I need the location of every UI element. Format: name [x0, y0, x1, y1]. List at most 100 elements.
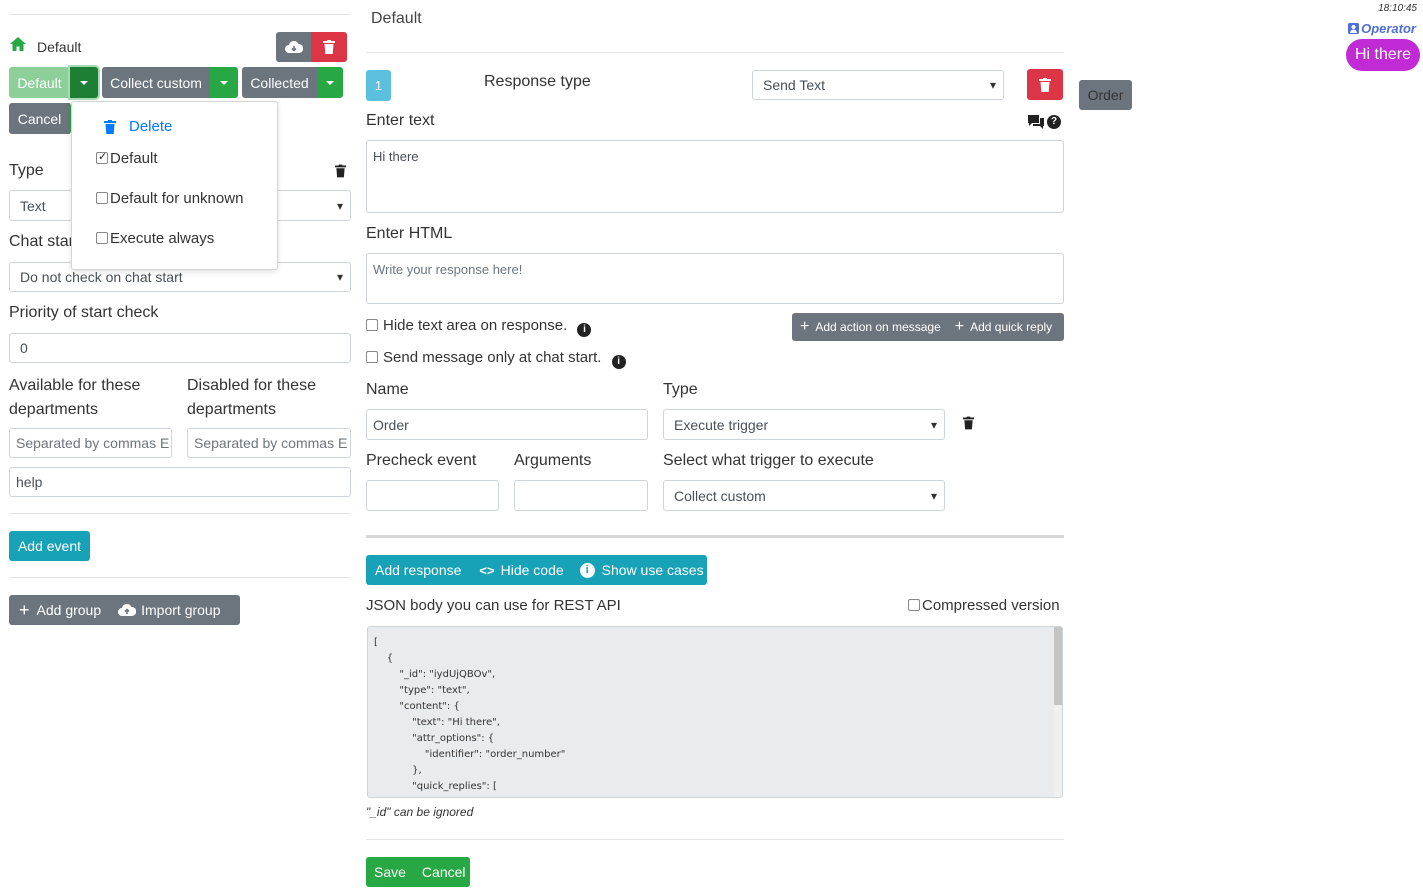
- add-action-button[interactable]: + Add action on message: [800, 318, 941, 336]
- execute-always-checkbox[interactable]: [96, 232, 108, 244]
- response-type-select[interactable]: Send Text: [752, 70, 1004, 100]
- trash-icon: [104, 119, 116, 134]
- name-input[interactable]: Order: [366, 409, 648, 440]
- json-code-block[interactable]: [ { "_id": "iydUjQBOv", "type": "text", …: [367, 626, 1063, 798]
- home-icon[interactable]: [10, 37, 26, 51]
- page-title: Default: [371, 10, 422, 27]
- event-value: help: [16, 474, 43, 490]
- add-group-label: Add group: [36, 602, 102, 618]
- trash-icon[interactable]: [335, 164, 346, 182]
- trash-icon: [1039, 77, 1051, 92]
- default-checkbox[interactable]: [96, 150, 108, 164]
- delete-label: Delete: [129, 118, 173, 135]
- message-time: 18:10:45: [1378, 3, 1417, 14]
- id-note: "_id" can be ignored: [366, 805, 474, 819]
- available-departments-placeholder: Separated by commas E: [16, 435, 170, 451]
- trigger-select[interactable]: Collect custom: [663, 480, 945, 511]
- caret-down-icon: [326, 80, 334, 85]
- type-select-value: Text: [20, 197, 46, 214]
- action-type-value: Execute trigger: [674, 416, 769, 433]
- cancel-button[interactable]: Cancel: [422, 864, 466, 880]
- disabled-departments-input[interactable]: Separated by commas E: [187, 428, 351, 458]
- dropdown-execute-always-item[interactable]: Execute always: [96, 230, 214, 247]
- action-type-select[interactable]: Execute trigger: [663, 409, 945, 440]
- trigger-dropdown-menu: Delete Default Default for unknown Execu…: [71, 101, 278, 270]
- response-number-badge: 1: [366, 70, 391, 101]
- chat-start-label: Chat star: [9, 233, 74, 250]
- json-label: JSON body you can use for REST API: [366, 597, 621, 614]
- disabled-departments-label: Disabled for these departments: [187, 377, 316, 418]
- trigger-collect-custom-button[interactable]: Collect custom: [102, 67, 210, 98]
- scrollbar[interactable]: [1054, 627, 1062, 797]
- info-icon: i: [579, 562, 595, 578]
- disabled-departments-placeholder: Separated by commas E: [194, 435, 348, 451]
- compressed-checkbox[interactable]: [908, 599, 920, 611]
- trigger-collect-custom-dropdown[interactable]: [210, 67, 238, 98]
- add-group-button[interactable]: + Add group Import group: [9, 595, 240, 625]
- trigger-collected-button[interactable]: Collected: [242, 67, 317, 98]
- info-icon[interactable]: i: [577, 323, 592, 337]
- available-departments-label: Available for these departments: [9, 377, 141, 418]
- default-unknown-label: Default for unknown: [110, 190, 244, 207]
- trigger-cancel-button[interactable]: Cancel: [9, 103, 70, 134]
- priority-input[interactable]: 0: [9, 333, 351, 363]
- add-quick-reply-label: Add quick reply: [970, 320, 1053, 334]
- trigger-default-dropdown[interactable]: [70, 67, 98, 98]
- precheck-input[interactable]: [366, 480, 499, 511]
- delete-response-button[interactable]: [1027, 69, 1063, 100]
- arguments-input[interactable]: [514, 480, 648, 511]
- dropdown-delete-item[interactable]: Delete: [104, 118, 172, 135]
- help-icon[interactable]: ?: [1047, 115, 1061, 129]
- dropdown-default-unknown-item[interactable]: Default for unknown: [96, 190, 243, 207]
- priority-label: Priority of start check: [9, 304, 159, 321]
- cloud-download-icon: [284, 40, 303, 53]
- default-unknown-checkbox[interactable]: [96, 192, 108, 204]
- event-input[interactable]: help: [9, 467, 351, 497]
- response-actions-group: Add response <> Hide code i Show use cases: [366, 555, 707, 585]
- send-only-start-option[interactable]: Send message only at chat start. i: [366, 349, 626, 369]
- text-textarea[interactable]: Hi there: [366, 140, 1064, 213]
- available-departments-input[interactable]: Separated by commas E: [9, 428, 172, 458]
- show-use-cases-button[interactable]: i Show use cases: [579, 562, 704, 578]
- info-icon[interactable]: i: [611, 355, 626, 369]
- chat-start-value: Do not check on chat start: [20, 269, 183, 285]
- save-cancel-group: Save Cancel: [366, 857, 470, 887]
- compressed-label: Compressed version: [922, 597, 1060, 614]
- operator-name: Operator: [1361, 21, 1416, 36]
- download-group-button[interactable]: [276, 32, 311, 62]
- show-use-cases-label: Show use cases: [601, 562, 704, 578]
- arguments-label: Arguments: [514, 452, 592, 469]
- add-action-label: Add action on message: [815, 320, 941, 334]
- add-quick-reply-button[interactable]: + Add quick reply: [955, 318, 1052, 336]
- type-label: Type: [9, 162, 44, 179]
- json-code-text: [ { "_id": "iydUjQBOv", "type": "text", …: [374, 637, 566, 792]
- dropdown-default-item[interactable]: Default: [96, 150, 158, 167]
- breadcrumb: Default: [37, 39, 82, 55]
- text-value: Hi there: [373, 149, 419, 164]
- trash-icon[interactable]: [963, 416, 974, 434]
- compressed-option[interactable]: Compressed version: [908, 597, 1060, 614]
- import-group-label: Import group: [141, 602, 221, 618]
- enter-html-label: Enter HTML: [366, 225, 453, 242]
- hide-code-button[interactable]: <> Hide code: [479, 562, 563, 578]
- hide-text-area-label: Hide text area on response.: [383, 317, 568, 334]
- trigger-select-value: Collect custom: [674, 487, 766, 504]
- user-badge-icon: [1348, 23, 1360, 34]
- add-event-button[interactable]: Add event: [9, 531, 90, 561]
- order-button[interactable]: Order: [1079, 80, 1132, 110]
- hide-text-area-checkbox[interactable]: [366, 319, 378, 331]
- name-label: Name: [366, 381, 409, 398]
- trigger-default-button[interactable]: Default: [9, 67, 70, 98]
- add-response-button[interactable]: Add response: [375, 562, 461, 578]
- name-value: Order: [373, 416, 409, 433]
- comments-icon[interactable]: [1028, 115, 1044, 133]
- save-button[interactable]: Save: [374, 864, 406, 880]
- send-only-start-checkbox[interactable]: [366, 351, 378, 363]
- response-type-label: Response type: [484, 73, 591, 90]
- trigger-collected-dropdown[interactable]: [317, 67, 343, 98]
- html-textarea[interactable]: Write your response here!: [366, 253, 1064, 304]
- send-only-start-label: Send message only at chat start.: [383, 349, 602, 366]
- trash-icon: [323, 40, 335, 54]
- hide-text-area-option[interactable]: Hide text area on response. i: [366, 317, 592, 337]
- delete-group-button[interactable]: [311, 32, 347, 62]
